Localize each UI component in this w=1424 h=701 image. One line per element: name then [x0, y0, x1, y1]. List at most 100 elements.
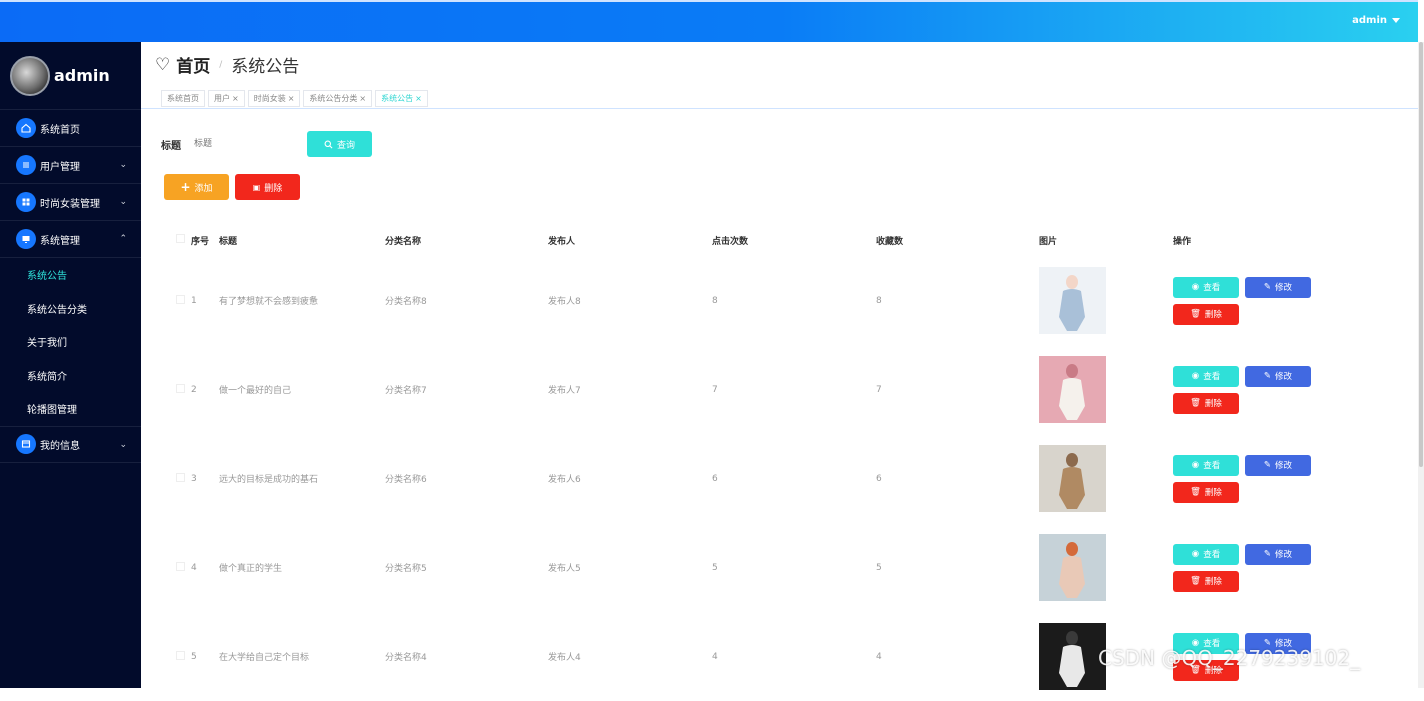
eye-icon: ◉ — [1191, 282, 1200, 292]
cell-category: 分类名称6 — [385, 475, 427, 485]
sidebar-item-system[interactable]: 系统管理 ⌃ — [0, 221, 141, 258]
scrollbar-thumb[interactable] — [1419, 42, 1423, 467]
row-checkbox[interactable] — [176, 294, 185, 304]
breadcrumb-home[interactable]: 首页 — [176, 52, 210, 77]
row-checkbox[interactable] — [176, 383, 185, 393]
main-content: ♡ 首页 / 系统公告 系统首页 用户 × 时尚女装 × 系统公告分类 × 系统公告 ×… — [141, 42, 1418, 690]
search-label: 标题 — [161, 140, 181, 152]
cell-publisher: 发布人6 — [548, 475, 581, 485]
trash-icon: 🗑 — [1190, 309, 1201, 319]
edit-button[interactable]: ✎ 修改 — [1245, 365, 1311, 387]
sidebar-profile: admin — [0, 42, 141, 110]
cell-title: 远大的目标是成功的基石 — [219, 475, 319, 485]
sidebar-item-home[interactable]: 系统首页 — [0, 110, 141, 147]
column-header-image: 图片 — [1039, 236, 1058, 247]
edit-button[interactable]: ✎ 修改 — [1245, 543, 1311, 565]
sidebar-sub-item-about[interactable]: 关于我们 — [0, 325, 141, 359]
cell-favorites: 8 — [876, 295, 882, 306]
cell-actions: ◉ 查看 ✎ 修改 🗑 删除 — [1173, 523, 1333, 612]
edit-button[interactable]: ✎ 修改 — [1245, 276, 1311, 298]
cell-no: 1 — [191, 295, 197, 306]
sidebar-sub-item-announcement[interactable]: 系统公告 — [0, 258, 141, 292]
close-icon[interactable]: × — [415, 94, 422, 103]
delete-button[interactable]: 🗑 删除 — [1173, 303, 1239, 325]
view-button[interactable]: ◉ 查看 — [1173, 365, 1239, 387]
row-checkbox[interactable] — [176, 472, 185, 482]
pencil-icon: ✎ — [1263, 460, 1272, 470]
tag-fashion[interactable]: 时尚女装 × — [247, 90, 301, 107]
delete-button-label: 删除 — [1204, 577, 1222, 587]
sidebar-item-label: 系统管理 — [40, 235, 80, 247]
column-header-actions: 操作 — [1173, 236, 1192, 247]
close-icon[interactable]: × — [359, 94, 366, 103]
cell-no: 4 — [191, 562, 197, 573]
tag-announcement[interactable]: 系统公告 × — [375, 90, 428, 107]
tag-home[interactable]: 系统首页 — [161, 90, 205, 107]
divider — [141, 108, 1418, 109]
breadcrumb: ♡ 首页 / 系统公告 — [155, 52, 300, 78]
tag-label: 时尚女装 — [253, 94, 286, 103]
cell-favorites: 6 — [876, 473, 882, 484]
edit-button-label: 修改 — [1275, 550, 1293, 560]
cell-image — [1039, 345, 1173, 434]
close-icon[interactable]: × — [232, 94, 239, 103]
edit-button-label: 修改 — [1275, 372, 1293, 382]
cell-title: 做一个最好的自己 — [219, 386, 292, 396]
cell-clicks: 6 — [712, 473, 718, 484]
cell-image — [1039, 523, 1173, 612]
edit-button-label: 修改 — [1275, 283, 1293, 293]
delete-button[interactable]: 🗑 删除 — [1173, 392, 1239, 414]
table-row: 2 做一个最好的自己 分类名称7 发布人7 7 7 ◉ 查看 ✎ 修改 🗑 删除 — [164, 345, 1333, 434]
pencil-icon: ✎ — [1263, 549, 1272, 559]
search-icon — [324, 140, 333, 148]
search-button[interactable]: 查询 — [307, 131, 372, 157]
batch-delete-button[interactable]: ▣ 删除 — [235, 174, 300, 200]
cell-image — [1039, 256, 1173, 345]
tag-announcement-category[interactable]: 系统公告分类 × — [303, 90, 373, 107]
sidebar-item-users[interactable]: 用户管理 ⌄ — [0, 147, 141, 184]
cell-actions: ◉ 查看 ✎ 修改 🗑 删除 — [1173, 345, 1333, 434]
page-scrollbar[interactable] — [1418, 42, 1424, 688]
sidebar-item-label: 我的信息 — [40, 440, 80, 452]
delete-button[interactable]: 🗑 删除 — [1173, 570, 1239, 592]
row-checkbox[interactable] — [176, 650, 185, 660]
delete-button-label: 删除 — [1204, 310, 1222, 320]
sidebar-item-fashion[interactable]: 时尚女装管理 ⌄ — [0, 184, 141, 221]
table-row: 3 远大的目标是成功的基石 分类名称6 发布人6 6 6 ◉ 查看 ✎ 修改 🗑 删除 — [164, 434, 1333, 523]
cell-title: 做个真正的学生 — [219, 564, 283, 574]
add-button[interactable]: + 添加 — [164, 174, 229, 200]
column-header-favorites: 收藏数 — [876, 236, 904, 247]
tag-users[interactable]: 用户 × — [208, 90, 245, 107]
edit-button[interactable]: ✎ 修改 — [1245, 454, 1311, 476]
eye-icon: ◉ — [1191, 460, 1200, 470]
breadcrumb-current: 系统公告 — [231, 57, 300, 77]
sidebar-sub-item-carousel[interactable]: 轮播图管理 — [0, 392, 141, 426]
sidebar-item-label: 用户管理 — [40, 161, 80, 173]
sidebar-sub-item-intro[interactable]: 系统简介 — [0, 359, 141, 393]
trash-icon: ▣ — [252, 182, 261, 192]
user-menu[interactable]: admin — [1352, 15, 1400, 26]
list-icon — [16, 155, 36, 175]
row-checkbox[interactable] — [176, 561, 185, 571]
product-thumbnail[interactable] — [1039, 534, 1106, 601]
avatar — [10, 55, 50, 96]
close-icon[interactable]: × — [288, 94, 295, 103]
sidebar-sub-item-announcement-category[interactable]: 系统公告分类 — [0, 292, 141, 326]
product-thumbnail[interactable] — [1039, 267, 1106, 334]
cell-category: 分类名称5 — [385, 564, 427, 574]
product-thumbnail[interactable] — [1039, 356, 1106, 423]
product-thumbnail[interactable] — [1039, 623, 1106, 690]
product-thumbnail[interactable] — [1039, 445, 1106, 512]
view-button[interactable]: ◉ 查看 — [1173, 543, 1239, 565]
select-all-checkbox[interactable] — [176, 234, 185, 243]
delete-button[interactable]: 🗑 删除 — [1173, 481, 1239, 503]
table-header-row: 序号 标题 分类名称 发布人 点击次数 收藏数 图片 操作 — [164, 224, 1333, 256]
sidebar: admin 系统首页 用户管理 ⌄ 时尚女装管理 ⌄ 系统管理 ⌃ 系统公告 系… — [0, 42, 141, 688]
cell-actions: ◉ 查看 ✎ 修改 🗑 删除 — [1173, 256, 1333, 345]
sidebar-item-my-info[interactable]: 我的信息 ⌄ — [0, 425, 141, 463]
view-button[interactable]: ◉ 查看 — [1173, 276, 1239, 298]
chevron-down-icon: ⌄ — [119, 439, 127, 450]
search-input[interactable] — [194, 131, 301, 157]
pencil-icon: ✎ — [1263, 371, 1272, 381]
view-button[interactable]: ◉ 查看 — [1173, 454, 1239, 476]
